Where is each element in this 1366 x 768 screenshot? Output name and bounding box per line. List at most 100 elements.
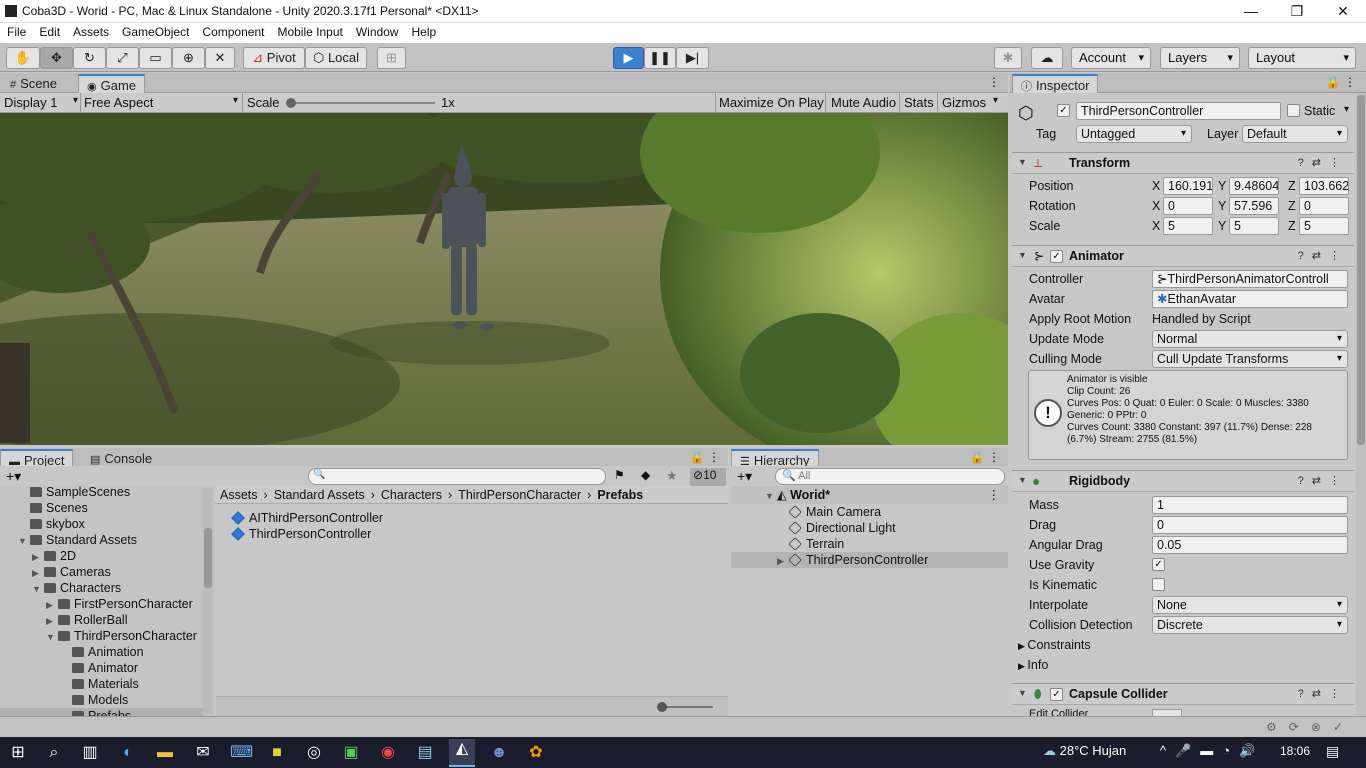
transform-x-input[interactable]: 160.191: [1163, 177, 1213, 195]
menu-component[interactable]: Component: [195, 23, 270, 39]
is-kinematic-checkbox[interactable]: [1152, 578, 1165, 591]
scale-tool-icon[interactable]: ⤢: [106, 47, 139, 69]
move-tool-icon[interactable]: ✥: [40, 47, 73, 69]
hierarchy-item[interactable]: Terrain: [731, 536, 1008, 552]
hierarchy-create-button[interactable]: +▾: [737, 468, 752, 485]
notification-icon[interactable]: ▤: [1326, 743, 1339, 760]
update-mode-dropdown[interactable]: Normal: [1152, 330, 1348, 348]
project-menu-icon[interactable]: 🔒 ⋮: [690, 450, 720, 464]
layout-dropdown[interactable]: Layout: [1248, 47, 1356, 69]
folder-tree-item[interactable]: Animation: [0, 644, 203, 660]
display-dropdown[interactable]: Display 1 ▾: [4, 95, 78, 110]
favorite-icon[interactable]: ★: [666, 468, 678, 484]
mute-audio-toggle[interactable]: Mute Audio: [831, 95, 896, 110]
file-explorer-icon[interactable]: ▬: [155, 743, 175, 763]
folder-tree-item[interactable]: ▼ ThirdPersonCharacter: [0, 628, 203, 644]
axis-z-label[interactable]: Z: [1288, 179, 1296, 193]
asset-item[interactable]: ThirdPersonController: [231, 526, 371, 542]
folder-tree-item[interactable]: skybox: [0, 516, 203, 532]
obs-icon[interactable]: ◎: [304, 743, 324, 763]
tree-scrollbar[interactable]: [203, 488, 213, 714]
windows-start-icon[interactable]: ⊞: [8, 743, 28, 763]
capsule-enabled-checkbox[interactable]: ✓: [1050, 688, 1063, 701]
store-icon[interactable]: ▤: [415, 743, 435, 763]
stats-toggle[interactable]: Stats: [904, 95, 934, 110]
folder-tree-item[interactable]: Scenes: [0, 500, 203, 516]
controller-field[interactable]: ⊱ThirdPersonAnimatorControll: [1152, 270, 1348, 288]
pause-button[interactable]: ❚❚: [644, 47, 676, 69]
hierarchy-item[interactable]: Main Camera: [731, 504, 1008, 520]
transform-z-input[interactable]: 5: [1299, 217, 1349, 235]
axis-x-label[interactable]: X: [1152, 199, 1160, 213]
cloud-icon[interactable]: ☁: [1031, 47, 1063, 69]
transform-x-input[interactable]: 5: [1163, 217, 1213, 235]
gizmos-arrow-icon[interactable]: ▾: [993, 95, 998, 106]
rotate-tool-icon[interactable]: ↻: [73, 47, 106, 69]
interpolate-dropdown[interactable]: None: [1152, 596, 1348, 614]
folder-tree-item[interactable]: ▶ RollerBall: [0, 612, 203, 628]
pivot-toggle[interactable]: ⊿ Pivot: [243, 47, 305, 69]
folder-tree-item[interactable]: Animator: [0, 660, 203, 676]
custom-tool-icon[interactable]: ✕: [205, 47, 235, 69]
breadcrumb-item[interactable]: Characters: [381, 488, 442, 502]
create-plus-button[interactable]: +▾: [6, 468, 21, 485]
folder-tree-item[interactable]: ▼ Standard Assets: [0, 532, 203, 548]
breadcrumb-item[interactable]: Assets: [220, 488, 258, 502]
folder-tree-item[interactable]: ▶ FirstPersonCharacter: [0, 596, 203, 612]
rect-tool-icon[interactable]: ▭: [139, 47, 172, 69]
mail-icon[interactable]: ✉: [193, 743, 213, 763]
asset-item[interactable]: AIThirdPersonController: [231, 510, 383, 526]
expand-arrow-icon[interactable]: ▼: [18, 533, 30, 549]
folder-tree-item[interactable]: Prefabs: [0, 708, 203, 716]
menu-gameobject[interactable]: GameObject: [115, 23, 195, 39]
use-gravity-checkbox[interactable]: ✓: [1152, 558, 1165, 571]
hierarchy-item[interactable]: Directional Light: [731, 520, 1008, 536]
axis-x-label[interactable]: X: [1152, 219, 1160, 233]
transform-y-input[interactable]: 9.48604: [1229, 177, 1279, 195]
status-icons[interactable]: ⚙⟳⊗✓: [1266, 720, 1355, 734]
folder-tree-item[interactable]: ▶ Cameras: [0, 564, 203, 580]
scene-menu-icon[interactable]: ⋮: [988, 487, 1001, 503]
axis-y-label[interactable]: Y: [1218, 199, 1226, 213]
breadcrumb-item[interactable]: Standard Assets: [274, 488, 365, 502]
collision-detection-dropdown[interactable]: Discrete: [1152, 616, 1348, 634]
transform-header[interactable]: ▼ ⟂ Transform ?⇄⋮: [1012, 152, 1354, 174]
axis-y-label[interactable]: Y: [1218, 219, 1226, 233]
play-button[interactable]: ▶: [613, 47, 644, 69]
animator-header[interactable]: ▼ ⊱ ✓ Animator ?⇄⋮: [1012, 245, 1354, 267]
folder-tree-item[interactable]: ▶ 2D: [0, 548, 203, 564]
info-foldout[interactable]: ▶ Info: [1018, 658, 1048, 672]
layer-dropdown[interactable]: Default: [1242, 125, 1348, 143]
menu-help[interactable]: Help: [405, 23, 443, 39]
expand-arrow-icon[interactable]: ▶: [32, 565, 44, 581]
static-dropdown-icon[interactable]: ▾: [1344, 104, 1349, 115]
minimize-button[interactable]: —: [1228, 0, 1274, 23]
panel-menu-icon[interactable]: ⋮: [988, 75, 1000, 89]
static-checkbox[interactable]: [1287, 104, 1300, 117]
gizmos-dropdown[interactable]: Gizmos: [942, 95, 986, 110]
component-tools-icon[interactable]: ?⇄⋮: [1298, 474, 1348, 487]
expand-arrow-icon[interactable]: ▼: [46, 629, 58, 645]
angular-drag-input[interactable]: 0.05: [1152, 536, 1348, 554]
step-button[interactable]: ▶|: [676, 47, 709, 69]
animator-enabled-checkbox[interactable]: ✓: [1050, 250, 1063, 263]
transform-x-input[interactable]: 0: [1163, 197, 1213, 215]
maximize-button[interactable]: ❐: [1274, 0, 1320, 23]
folder-tree-item[interactable]: Models: [0, 692, 203, 708]
breadcrumb-item[interactable]: ThirdPersonCharacter: [458, 488, 581, 502]
axis-z-label[interactable]: Z: [1288, 219, 1296, 233]
unity-taskbar-icon[interactable]: ◭: [449, 739, 475, 767]
axis-x-label[interactable]: X: [1152, 179, 1160, 193]
weather-widget[interactable]: ☁ 28°C Hujan: [1043, 743, 1126, 759]
chrome-icon[interactable]: ◉: [378, 743, 398, 763]
avatar-field[interactable]: ✱EthanAvatar: [1152, 290, 1348, 308]
expand-arrow-icon[interactable]: ▶: [777, 553, 789, 569]
transform-y-input[interactable]: 5: [1229, 217, 1279, 235]
tab-scene[interactable]: # Scene: [2, 74, 65, 93]
account-dropdown[interactable]: Account: [1071, 47, 1151, 69]
aspect-dropdown[interactable]: Free Aspect ▾: [84, 95, 238, 110]
menu-mobile-input[interactable]: Mobile Input: [270, 23, 348, 39]
inspector-scrollbar[interactable]: [1356, 93, 1366, 715]
filter-type-icon[interactable]: ⚑: [614, 468, 625, 482]
task-view-icon[interactable]: ▥: [80, 743, 100, 763]
